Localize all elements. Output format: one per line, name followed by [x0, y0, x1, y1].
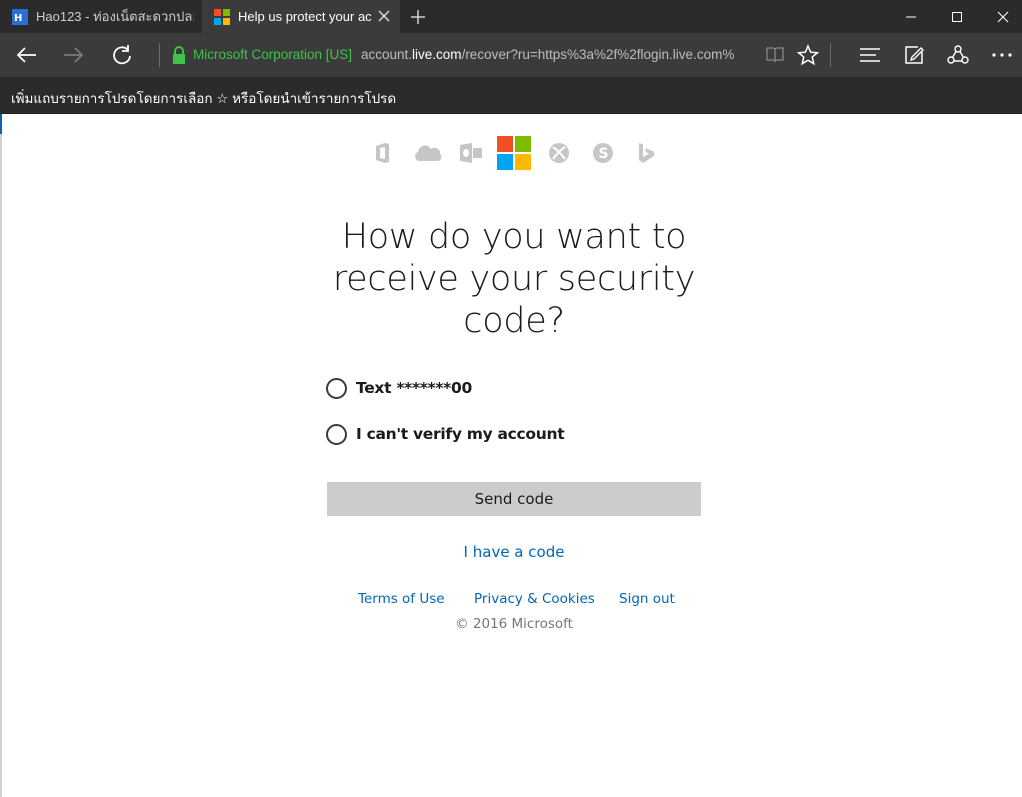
- page-title: How do you want to receive your security…: [332, 217, 696, 341]
- url-path: /recover?ru=https%3a%2f%2flogin.live.com…: [461, 47, 735, 62]
- office-icon: [376, 143, 389, 163]
- option-label: Text *******00: [356, 379, 472, 397]
- product-icons: S: [370, 136, 660, 172]
- url-host: live.com: [412, 47, 462, 62]
- share-button[interactable]: [943, 41, 973, 69]
- book-icon: [766, 47, 784, 63]
- reading-view-button[interactable]: [760, 41, 790, 69]
- privacy-cookies-link[interactable]: Privacy & Cookies: [474, 591, 595, 607]
- skype-icon: S: [593, 143, 613, 163]
- forward-arrow-icon: [64, 47, 84, 63]
- tab-title: Hao123 - ท่องเน็ตสะดวกปลอดภัย: [36, 9, 194, 24]
- hao123-favicon-icon: H: [12, 8, 28, 25]
- tab-hao123[interactable]: H Hao123 - ท่องเน็ตสะดวกปลอดภัย: [0, 0, 202, 33]
- have-code-link[interactable]: I have a code: [327, 543, 701, 561]
- certificate-label[interactable]: Microsoft Corporation [US]: [193, 47, 352, 62]
- option-label: I can't verify my account: [356, 425, 565, 443]
- hub-icon: [860, 48, 880, 62]
- option-cant-verify[interactable]: I can't verify my account: [326, 422, 565, 446]
- forward-button[interactable]: [59, 41, 89, 69]
- url-prefix: account.: [361, 47, 413, 62]
- web-note-button[interactable]: [899, 41, 929, 69]
- separator: [159, 43, 160, 67]
- minimize-icon: [906, 16, 916, 17]
- close-window-button[interactable]: [980, 0, 1022, 33]
- more-icon: [992, 53, 1012, 57]
- favorites-bar: เพิ่มแถบรายการโปรดโดยการเลือก ☆ หรือโดยน…: [0, 77, 1022, 114]
- separator: [830, 43, 831, 67]
- svg-text:S: S: [599, 146, 609, 162]
- close-icon: [997, 11, 1009, 22]
- tab-title: Help us protect your account: [238, 9, 372, 24]
- maximize-icon: [952, 11, 962, 22]
- microsoft-logo: [497, 136, 531, 170]
- more-button[interactable]: [987, 41, 1017, 69]
- svg-text:H: H: [14, 13, 22, 24]
- microsoft-favicon-icon: [214, 8, 230, 25]
- lock-icon[interactable]: [172, 46, 186, 64]
- onedrive-icon: [415, 145, 442, 162]
- sign-out-link[interactable]: Sign out: [619, 591, 675, 607]
- page-edge-marker: [0, 114, 2, 134]
- back-arrow-icon: [16, 47, 36, 63]
- xbox-icon: [549, 143, 569, 163]
- radio-button[interactable]: [326, 377, 347, 399]
- maximize-button[interactable]: [934, 0, 980, 33]
- bing-icon: [639, 143, 654, 163]
- back-button[interactable]: [11, 41, 41, 69]
- radio-button[interactable]: [326, 423, 347, 445]
- favorite-button[interactable]: [793, 41, 823, 69]
- refresh-icon: [113, 45, 131, 65]
- hub-button[interactable]: [855, 41, 885, 69]
- send-code-button[interactable]: Send code: [327, 482, 701, 516]
- option-text-phone[interactable]: Text *******00: [326, 376, 472, 400]
- close-tab-icon[interactable]: [376, 8, 392, 24]
- title-bar: H Hao123 - ท่องเน็ตสะดวกปลอดภัย Help us …: [0, 0, 1022, 33]
- terms-of-use-link[interactable]: Terms of Use: [358, 591, 445, 607]
- outlook-icon: [460, 143, 482, 163]
- star-icon: [797, 44, 819, 66]
- minimize-button[interactable]: [888, 0, 934, 33]
- share-icon: [947, 45, 969, 64]
- refresh-button[interactable]: [107, 41, 137, 69]
- navigation-bar: Microsoft Corporation [US] account.live.…: [0, 33, 1022, 77]
- pen-icon: [905, 46, 924, 64]
- address-bar[interactable]: account.live.com/recover?ru=https%3a%2f%…: [361, 47, 751, 62]
- copyright: © 2016 Microsoft: [455, 616, 573, 632]
- new-tab-icon[interactable]: [406, 6, 430, 28]
- favorites-hint: เพิ่มแถบรายการโปรดโดยการเลือก ☆ หรือโดยน…: [11, 91, 397, 106]
- tab-help-us-protect[interactable]: Help us protect your account: [202, 0, 400, 33]
